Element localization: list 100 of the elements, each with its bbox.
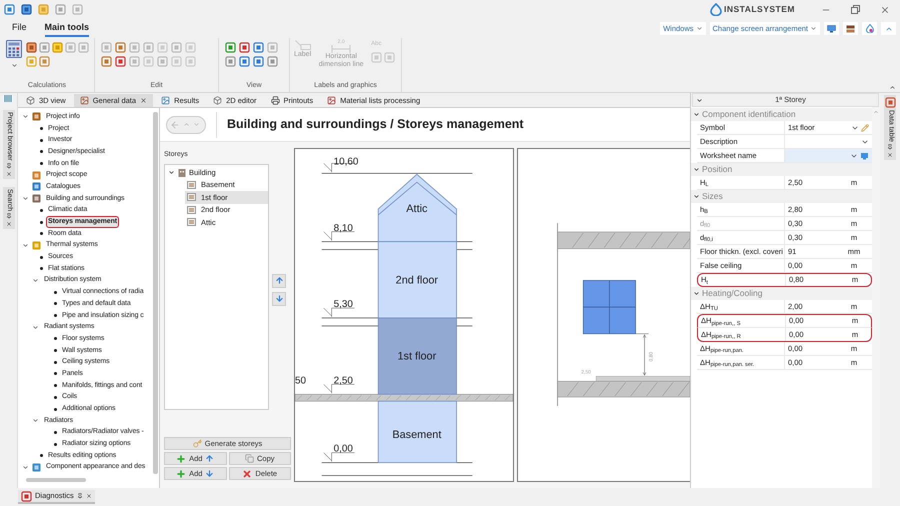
storey-label: Basement (392, 428, 442, 441)
scroll-up-icon[interactable] (873, 109, 879, 115)
calculator-icon[interactable] (6, 40, 22, 58)
bullet-icon (40, 267, 43, 270)
section-title: Component identification (702, 108, 796, 121)
elevation-label: 10,60 (334, 156, 358, 168)
books-button[interactable] (843, 22, 858, 35)
bullet-icon (40, 150, 43, 154)
arrow-up-icon (274, 276, 284, 285)
close-icon[interactable] (86, 493, 92, 499)
bullet-icon (40, 162, 43, 166)
chevron-icon[interactable] (693, 290, 700, 297)
bullet-icon (40, 256, 43, 259)
bullet-icon (54, 430, 57, 434)
logo-icon (710, 3, 722, 16)
elevation-label: 50 (295, 375, 306, 386)
chevron-down-icon (193, 121, 200, 128)
move-down-button[interactable] (272, 292, 286, 306)
elevation-marker (323, 384, 355, 394)
caret-icon[interactable] (10, 62, 18, 69)
chevron-icon[interactable] (22, 195, 29, 202)
bullet-icon (40, 454, 43, 458)
chevron-up-icon (183, 121, 190, 128)
monitor-button[interactable] (824, 22, 839, 35)
bullet-icon (54, 314, 57, 318)
collapse-icon[interactable] (889, 84, 896, 91)
caret-icon (696, 25, 703, 32)
move-up-button[interactable] (272, 274, 286, 288)
chevron-icon[interactable] (693, 166, 700, 173)
menu-tab[interactable]: Main tools (44, 20, 90, 36)
bullet-icon (54, 372, 57, 376)
chevron-icon[interactable] (693, 111, 700, 118)
bullet-icon (40, 208, 43, 212)
restore-icon[interactable] (851, 5, 860, 14)
pin-icon[interactable] (6, 212, 12, 219)
columns-icon[interactable] (4, 95, 13, 102)
elevation-label: 0,00 (334, 444, 353, 455)
bullet-icon (40, 138, 43, 142)
storey-icon (187, 218, 196, 226)
help-button[interactable] (862, 22, 877, 35)
monitor-icon (827, 24, 836, 32)
bullet-icon (54, 408, 57, 411)
chevron-icon[interactable] (22, 464, 29, 471)
bullet-icon (54, 290, 57, 294)
window-drawing (582, 280, 636, 334)
storey-icon (187, 180, 196, 189)
bullet-icon (54, 396, 57, 399)
storey-block[interactable] (378, 174, 457, 242)
elevation-label: 8,10 (334, 222, 353, 234)
close-icon[interactable] (6, 170, 12, 177)
section-title: Sizes (702, 190, 723, 203)
close-icon[interactable] (887, 152, 893, 158)
printer-icon (270, 96, 280, 105)
storey-label: Attic (406, 202, 428, 215)
storey-block[interactable] (378, 400, 457, 464)
chevron-icon[interactable] (693, 193, 700, 200)
pin-icon[interactable] (76, 493, 83, 499)
pin-icon[interactable] (6, 162, 12, 169)
key-icon (192, 439, 202, 448)
plus-icon (176, 454, 186, 464)
section-title: Position (702, 163, 732, 176)
bullet-icon (54, 384, 57, 388)
menu-tab[interactable]: File (12, 20, 27, 36)
elevation-label: 5,30 (334, 299, 353, 310)
scrollbar[interactable] (153, 112, 158, 474)
collapse-ribbon-button[interactable] (881, 22, 896, 35)
bullet-icon (40, 232, 43, 236)
bullet-icon (40, 220, 43, 224)
bullet-icon (40, 127, 43, 130)
storey-icon (187, 206, 196, 214)
chevron-icon[interactable] (696, 96, 703, 104)
plus-icon (176, 468, 186, 478)
arrow-down-icon (274, 294, 284, 303)
page-title: Building and surroundings / Storeys management (227, 116, 524, 134)
brand-name: INSTALSYSTEM (724, 3, 795, 16)
storey-block[interactable] (378, 241, 457, 318)
dimension-line (635, 334, 649, 376)
chevron-icon[interactable] (32, 417, 39, 424)
pin-icon[interactable] (887, 144, 893, 150)
horizontal-scrollbar[interactable] (26, 478, 86, 482)
bullet-icon (54, 360, 57, 364)
chevron-icon[interactable] (22, 242, 29, 249)
section-title: Heating/Cooling (702, 287, 762, 300)
arrow-down-icon (205, 469, 214, 478)
bullet-icon (54, 302, 57, 306)
label-icon (294, 40, 311, 50)
close-icon[interactable] (6, 220, 12, 227)
chevron-icon[interactable] (22, 113, 29, 120)
chevron-icon[interactable] (32, 324, 39, 331)
dimension-line-icon (331, 45, 352, 53)
chevron-icon[interactable] (32, 276, 39, 284)
close-icon[interactable] (140, 97, 148, 104)
back-arrow-icon (170, 120, 180, 130)
elevation-label: 2,50 (334, 375, 353, 386)
arrow-up-icon (205, 454, 214, 463)
bullet-icon (54, 349, 57, 352)
chevron-icon[interactable] (168, 169, 175, 176)
bullet-icon (54, 337, 57, 340)
building-icon (178, 168, 186, 177)
caret-icon (810, 25, 817, 32)
